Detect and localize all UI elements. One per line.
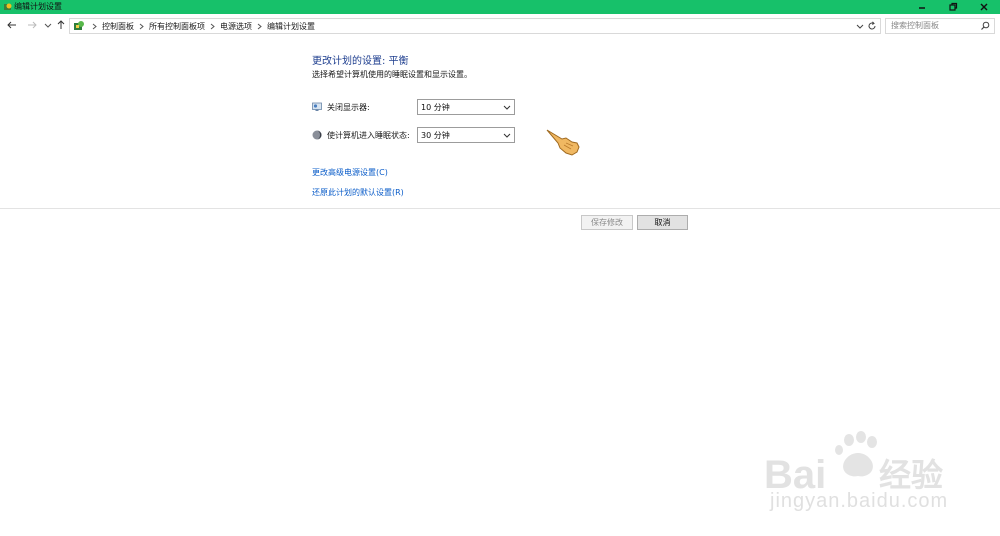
search-input[interactable]: 搜索控制面板: [885, 18, 995, 34]
display-off-dropdown[interactable]: 10 分钟: [417, 99, 515, 115]
save-changes-button[interactable]: 保存修改: [581, 215, 633, 230]
sleep-value: 30 分钟: [421, 131, 450, 140]
chevron-right-icon[interactable]: [210, 23, 215, 30]
restore-icon: [948, 2, 957, 11]
display-off-label: 关闭显示器:: [327, 103, 370, 112]
chevron-down-icon: [503, 105, 511, 110]
display-off-value: 10 分钟: [421, 103, 450, 112]
chevron-down-icon[interactable]: [856, 22, 864, 30]
advanced-power-settings-link[interactable]: 更改高级电源设置(C): [312, 167, 388, 178]
minimize-button[interactable]: [906, 0, 937, 14]
title-bar: 编辑计划设置: [0, 0, 1000, 14]
chevron-down-icon: [503, 133, 511, 138]
hand-pointer-icon: [546, 129, 580, 156]
up-button[interactable]: [55, 19, 67, 31]
display-off-setting: 关闭显示器: 10 分钟: [312, 99, 522, 115]
close-icon: [980, 3, 988, 11]
svg-text:经验: 经验: [879, 456, 943, 494]
chevron-down-icon: [44, 23, 52, 28]
restore-defaults-link[interactable]: 还原此计划的默认设置(R): [312, 187, 404, 198]
search-placeholder: 搜索控制面板: [891, 21, 939, 30]
close-button[interactable]: [968, 0, 1000, 14]
watermark-site: jingyan.baidu.com: [770, 490, 949, 512]
chevron-right-icon[interactable]: [257, 23, 262, 30]
navigation-bar: 控制面板 所有控制面板项 电源选项 编辑计划设置 搜索控制面板: [0, 16, 1000, 36]
minimize-icon: [918, 7, 925, 9]
chevron-right-icon: [92, 23, 97, 30]
search-icon[interactable]: [980, 21, 990, 31]
breadcrumb-item-all-items[interactable]: 所有控制面板项: [149, 21, 205, 32]
forward-button[interactable]: [26, 19, 38, 31]
page-title: 更改计划的设置: 平衡: [312, 56, 409, 67]
arrow-right-icon: [28, 21, 37, 29]
arrow-up-icon: [57, 20, 65, 29]
breadcrumb-item-control-panel[interactable]: 控制面板: [102, 21, 134, 32]
cancel-button[interactable]: 取消: [637, 215, 688, 230]
address-bar[interactable]: 控制面板 所有控制面板项 电源选项 编辑计划设置: [69, 18, 881, 34]
chevron-right-icon[interactable]: [139, 23, 144, 30]
window-title: 编辑计划设置: [14, 2, 62, 11]
recent-locations-button[interactable]: [42, 19, 54, 31]
moon-icon: [312, 130, 322, 140]
control-panel-icon: [4, 3, 12, 10]
arrow-left-icon: [7, 21, 16, 29]
breadcrumb-item-power-options[interactable]: 电源选项: [220, 21, 252, 32]
sleep-label: 使计算机进入睡眠状态:: [327, 131, 410, 140]
control-panel-icon: [74, 21, 84, 30]
page-description: 选择希望计算机使用的睡眠设置和显示设置。: [312, 70, 472, 79]
divider: [0, 208, 1000, 209]
sleep-dropdown[interactable]: 30 分钟: [417, 127, 515, 143]
breadcrumb-item-edit-plan[interactable]: 编辑计划设置: [267, 21, 315, 32]
restore-button[interactable]: [937, 0, 968, 14]
breadcrumb: 控制面板 所有控制面板项 电源选项 编辑计划设置: [87, 19, 315, 33]
refresh-icon[interactable]: [867, 21, 877, 31]
sleep-setting: 使计算机进入睡眠状态: 30 分钟: [312, 127, 522, 143]
back-button[interactable]: [6, 19, 18, 31]
monitor-icon: [312, 102, 322, 111]
